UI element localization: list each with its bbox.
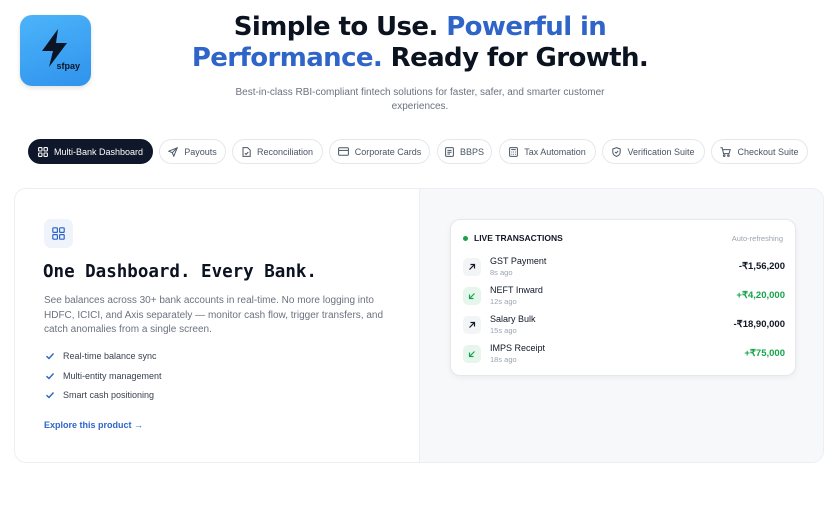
transaction-amount: +₹75,000 <box>744 348 785 359</box>
tab-label: Verification Suite <box>627 146 695 157</box>
logo-wordmark: sfpay <box>56 61 80 71</box>
check-icon <box>46 392 55 399</box>
check-item: Smart cash positioning <box>45 390 154 400</box>
tab-label: BBPS <box>459 146 484 157</box>
transaction-row[interactable]: NEFT Inward 12s ago +₹4,20,000 <box>463 285 785 311</box>
tab-payouts[interactable]: Payouts <box>159 139 226 164</box>
live-transactions-widget: LIVE TRANSACTIONS Auto-refreshing GST Pa… <box>450 219 796 376</box>
arrow-down-left-icon <box>463 345 481 363</box>
check-item-label: Real-time balance sync <box>63 351 157 361</box>
check-item: Multi-entity management <box>45 371 162 381</box>
check-icon <box>46 373 55 380</box>
brand-logo[interactable]: sfpay <box>20 15 91 86</box>
hero-title: Simple to Use. Powerful in Performance. … <box>160 12 680 74</box>
tab-label: Tax Automation <box>524 146 586 157</box>
live-transactions-header: LIVE TRANSACTIONS <box>463 233 563 243</box>
shield-icon <box>612 146 622 157</box>
transaction-amount: -₹1,56,200 <box>738 261 785 272</box>
arrow-up-right-icon <box>463 316 481 334</box>
tab-checkout-suite[interactable]: Checkout Suite <box>711 139 808 164</box>
transaction-time: 8s ago <box>490 268 513 277</box>
transaction-name: IMPS Receipt <box>490 343 546 353</box>
hero-title-part2: Ready for Growth. <box>382 43 649 73</box>
check-icon <box>46 353 55 360</box>
transaction-row[interactable]: IMPS Receipt 18s ago +₹75,000 <box>463 343 785 369</box>
feature-preview-panel: LIVE TRANSACTIONS Auto-refreshing GST Pa… <box>419 189 823 462</box>
tab-label: Checkout Suite <box>737 146 799 157</box>
feature-description: See balances across 30+ bank accounts in… <box>44 295 384 335</box>
hero-subtitle: Best-in-class RBI-compliant fintech solu… <box>235 87 605 112</box>
arrow-down-left-icon <box>463 287 481 305</box>
tab-tax-automation[interactable]: Tax Automation <box>499 139 596 164</box>
transaction-name: GST Payment <box>490 256 547 266</box>
explore-product-link[interactable]: Explore this product → <box>44 420 143 430</box>
transaction-time: 15s ago <box>490 326 517 335</box>
grid-icon <box>38 146 48 157</box>
arrow-up-right-icon <box>463 258 481 276</box>
transaction-time: 18s ago <box>490 355 517 364</box>
tab-multi-bank-dashboard[interactable]: Multi-Bank Dashboard <box>28 139 153 164</box>
tab-label: Reconciliation <box>256 146 314 157</box>
transaction-time: 12s ago <box>490 297 517 306</box>
transaction-row[interactable]: Salary Bulk 15s ago -₹18,90,000 <box>463 314 785 340</box>
transaction-name: Salary Bulk <box>490 314 536 324</box>
live-transactions-title: LIVE TRANSACTIONS <box>474 233 563 243</box>
cart-icon <box>720 146 732 157</box>
check-item-label: Multi-entity management <box>63 371 162 381</box>
receipt-icon <box>445 146 454 157</box>
feature-icon-badge <box>44 219 73 248</box>
tab-corporate-cards[interactable]: Corporate Cards <box>329 139 430 164</box>
send-icon <box>168 146 179 157</box>
transaction-amount: -₹18,90,000 <box>733 319 785 330</box>
tab-label: Corporate Cards <box>354 146 422 157</box>
hero-title-part1: Simple to Use. <box>233 12 447 42</box>
check-item-label: Smart cash positioning <box>63 390 155 400</box>
tab-label: Payouts <box>184 146 217 157</box>
feature-card: One Dashboard. Every Bank. See balances … <box>14 188 824 463</box>
feature-title: One Dashboard. Every Bank. <box>43 262 317 282</box>
tab-bbps[interactable]: BBPS <box>437 139 492 164</box>
transaction-name: NEFT Inward <box>490 285 543 295</box>
tab-verification-suite[interactable]: Verification Suite <box>602 139 705 164</box>
refresh-status: Auto-refreshing <box>731 234 783 243</box>
card-icon <box>337 147 349 156</box>
document-check-icon <box>242 146 251 157</box>
transaction-row[interactable]: GST Payment 8s ago -₹1,56,200 <box>463 256 785 282</box>
tab-label: Multi-Bank Dashboard <box>53 146 144 157</box>
live-indicator-icon <box>463 235 468 241</box>
calculator-icon <box>509 146 519 157</box>
tab-reconciliation[interactable]: Reconciliation <box>232 139 323 164</box>
check-item: Real-time balance sync <box>45 351 157 361</box>
grid-icon <box>52 227 65 240</box>
transaction-amount: +₹4,20,000 <box>736 290 785 301</box>
